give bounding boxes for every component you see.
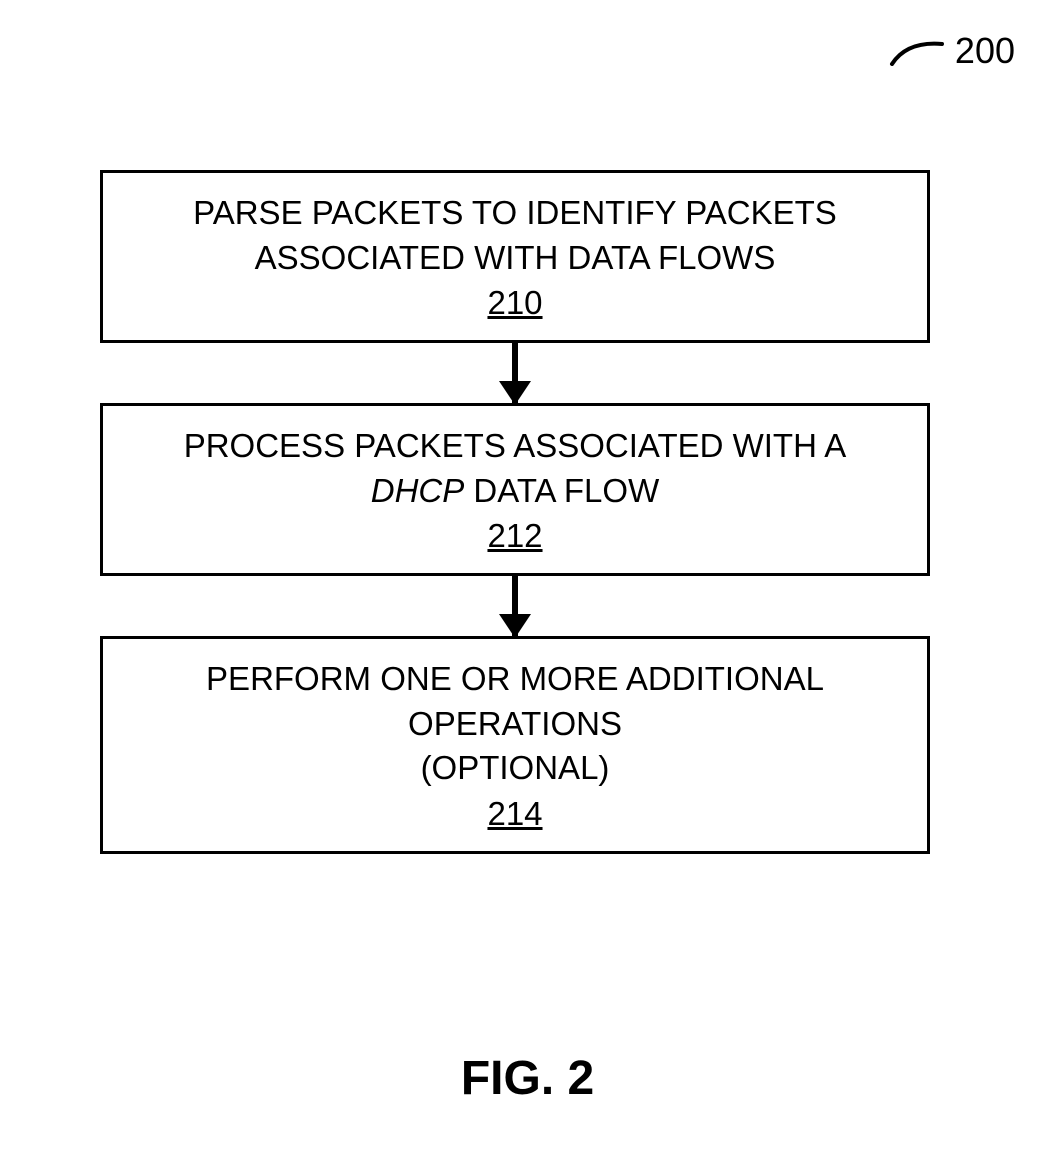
arrow-1	[512, 343, 518, 403]
figure-reference-label: 200	[887, 30, 1015, 72]
figure-caption: FIG. 2	[461, 1051, 594, 1106]
step-1-line-1: PARSE PACKETS TO IDENTIFY PACKETS	[193, 194, 837, 231]
step-2-suffix: DATA FLOW	[464, 472, 659, 509]
flowchart-step-1: PARSE PACKETS TO IDENTIFY PACKETS ASSOCI…	[100, 170, 930, 343]
step-2-italic: DHCP	[371, 472, 465, 509]
step-2-number: 212	[123, 517, 907, 555]
reference-number: 200	[955, 30, 1015, 72]
flowchart-step-3: PERFORM ONE OR MORE ADDITIONAL OPERATION…	[100, 636, 930, 854]
step-3-number: 214	[123, 795, 907, 833]
step-3-line-3: (OPTIONAL)	[421, 749, 610, 786]
step-2-line-1: PROCESS PACKETS ASSOCIATED WITH A	[184, 427, 847, 464]
step-2-text: PROCESS PACKETS ASSOCIATED WITH A DHCP D…	[123, 424, 907, 513]
flowchart-container: PARSE PACKETS TO IDENTIFY PACKETS ASSOCI…	[100, 170, 930, 854]
step-1-text: PARSE PACKETS TO IDENTIFY PACKETS ASSOCI…	[123, 191, 907, 280]
step-1-line-2: ASSOCIATED WITH DATA FLOWS	[255, 239, 776, 276]
step-3-line-2: OPERATIONS	[408, 705, 622, 742]
arrow-2	[512, 576, 518, 636]
reference-curve-icon	[887, 36, 947, 66]
step-3-text: PERFORM ONE OR MORE ADDITIONAL OPERATION…	[123, 657, 907, 791]
step-1-number: 210	[123, 284, 907, 322]
step-3-line-1: PERFORM ONE OR MORE ADDITIONAL	[206, 660, 824, 697]
flowchart-step-2: PROCESS PACKETS ASSOCIATED WITH A DHCP D…	[100, 403, 930, 576]
